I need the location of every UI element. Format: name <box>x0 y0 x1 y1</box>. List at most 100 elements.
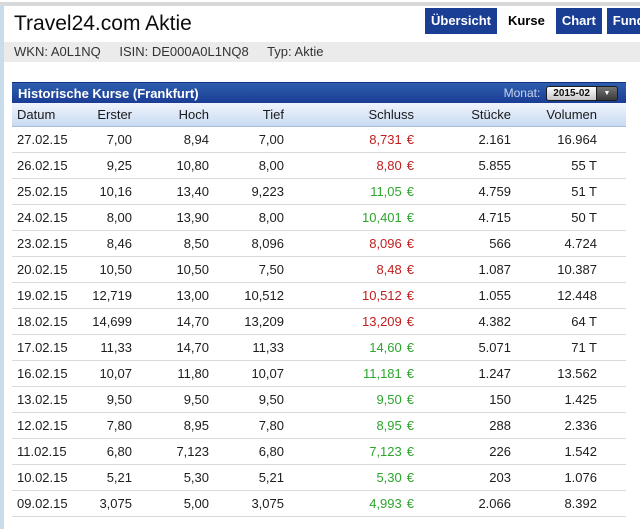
cell-schluss: 8,48€ <box>284 256 414 282</box>
cell-stuecke: 203 <box>414 464 511 490</box>
cell-tief: 8,00 <box>209 152 284 178</box>
cell-tief: 8,00 <box>209 204 284 230</box>
cell-stuecke: 2.066 <box>414 490 511 516</box>
cell-stuecke: 1.087 <box>414 256 511 282</box>
cell-stuecke: 4.759 <box>414 178 511 204</box>
cell-hoch: 8,95 <box>132 412 209 438</box>
cell-stuecke: 150 <box>414 386 511 412</box>
cell-erster: 10,16 <box>70 178 132 204</box>
cell-hoch: 9,50 <box>132 386 209 412</box>
cell-hoch: 5,00 <box>132 490 209 516</box>
cell-stuecke: 226 <box>414 438 511 464</box>
tab-fundamental[interactable]: Fundamental <box>607 8 640 34</box>
cell-datum: 19.02.15 <box>12 282 70 308</box>
chevron-down-icon[interactable]: ▼ <box>596 87 617 100</box>
table-row: 16.02.15 10,07 11,80 10,07 11,181€ 1.247… <box>12 360 626 386</box>
cell-stuecke: 5.071 <box>414 334 511 360</box>
cell-stuecke: 288 <box>414 412 511 438</box>
cell-tief: 7,50 <box>209 256 284 282</box>
cell-schluss: 8,80€ <box>284 152 414 178</box>
cell-hoch: 14,70 <box>132 308 209 334</box>
cell-stuecke: 566 <box>414 230 511 256</box>
table-row: 25.02.15 10,16 13,40 9,223 11,05€ 4.759 … <box>12 178 626 204</box>
cell-erster: 10,50 <box>70 256 132 282</box>
cell-hoch: 11,80 <box>132 360 209 386</box>
cell-erster: 8,46 <box>70 230 132 256</box>
cell-tief: 7,80 <box>209 412 284 438</box>
tab-chart[interactable]: Chart <box>556 8 602 34</box>
header: Travel24.com Aktie ÜbersichtKurseChartFu… <box>14 8 640 42</box>
cell-volumen: 1.542 <box>511 438 626 464</box>
wkn-value: WKN: A0L1NQ <box>14 44 101 59</box>
cell-hoch: 5,30 <box>132 464 209 490</box>
cell-datum: 09.02.15 <box>12 490 70 516</box>
cell-datum: 16.02.15 <box>12 360 70 386</box>
cell-schluss: 11,05€ <box>284 178 414 204</box>
col-header-tief: Tief <box>209 103 284 126</box>
cell-tief: 10,512 <box>209 282 284 308</box>
col-header-volumen: Volumen <box>511 103 626 126</box>
tab-uebersicht[interactable]: Übersicht <box>425 8 497 34</box>
cell-erster: 7,80 <box>70 412 132 438</box>
tab-kurse[interactable]: Kurse <box>502 8 551 39</box>
cell-datum: 10.02.15 <box>12 464 70 490</box>
cell-hoch: 10,80 <box>132 152 209 178</box>
cell-tief: 8,096 <box>209 230 284 256</box>
cell-volumen: 64 T <box>511 308 626 334</box>
table-row: 19.02.15 12,719 13,00 10,512 10,512€ 1.0… <box>12 282 626 308</box>
cell-schluss: 13,209€ <box>284 308 414 334</box>
header-row: Datum Erster Hoch Tief Schluss Stücke Vo… <box>12 103 626 126</box>
cell-hoch: 10,50 <box>132 256 209 282</box>
cell-erster: 9,50 <box>70 386 132 412</box>
cell-hoch: 7,123 <box>132 438 209 464</box>
table-row: 27.02.15 7,00 8,94 7,00 8,731€ 2.161 16.… <box>12 126 626 152</box>
isin-value: ISIN: DE000A0L1NQ8 <box>119 44 248 59</box>
cell-volumen: 71 T <box>511 334 626 360</box>
cell-stuecke: 4.382 <box>414 308 511 334</box>
cell-volumen: 13.562 <box>511 360 626 386</box>
cell-erster: 10,07 <box>70 360 132 386</box>
col-header-erster: Erster <box>70 103 132 126</box>
cell-datum: 26.02.15 <box>12 152 70 178</box>
cell-schluss: 7,123€ <box>284 438 414 464</box>
cell-datum: 23.02.15 <box>12 230 70 256</box>
cell-datum: 12.02.15 <box>12 412 70 438</box>
month-select[interactable]: 2015-02 ▼ <box>546 86 618 101</box>
cell-tief: 11,33 <box>209 334 284 360</box>
cell-schluss: 10,401€ <box>284 204 414 230</box>
left-accent-border <box>0 6 4 529</box>
cell-datum: 25.02.15 <box>12 178 70 204</box>
cell-erster: 7,00 <box>70 126 132 152</box>
cell-tief: 5,21 <box>209 464 284 490</box>
price-table-header: Datum Erster Hoch Tief Schluss Stücke Vo… <box>12 103 626 126</box>
month-label: Monat: <box>504 86 541 100</box>
table-row: 24.02.15 8,00 13,90 8,00 10,401€ 4.715 5… <box>12 204 626 230</box>
cell-volumen: 4.724 <box>511 230 626 256</box>
cell-tief: 10,07 <box>209 360 284 386</box>
cell-hoch: 13,00 <box>132 282 209 308</box>
page: Travel24.com Aktie ÜbersichtKurseChartFu… <box>0 0 640 529</box>
col-header-datum: Datum <box>12 103 70 126</box>
cell-volumen: 1.425 <box>511 386 626 412</box>
table-row: 11.02.15 6,80 7,123 6,80 7,123€ 226 1.54… <box>12 438 626 464</box>
cell-hoch: 13,40 <box>132 178 209 204</box>
historical-prices-panel: Historische Kurse (Frankfurt) Monat: 201… <box>12 82 626 517</box>
cell-volumen: 8.392 <box>511 490 626 516</box>
cell-tief: 13,209 <box>209 308 284 334</box>
cell-volumen: 51 T <box>511 178 626 204</box>
cell-datum: 13.02.15 <box>12 386 70 412</box>
cell-datum: 24.02.15 <box>12 204 70 230</box>
cell-schluss: 4,993€ <box>284 490 414 516</box>
cell-schluss: 10,512€ <box>284 282 414 308</box>
table-row: 23.02.15 8,46 8,50 8,096 8,096€ 566 4.72… <box>12 230 626 256</box>
cell-tief: 9,223 <box>209 178 284 204</box>
cell-stuecke: 5.855 <box>414 152 511 178</box>
page-title: Travel24.com Aktie <box>14 12 192 36</box>
col-header-schluss: Schluss <box>284 103 414 126</box>
table-row: 20.02.15 10,50 10,50 7,50 8,48€ 1.087 10… <box>12 256 626 282</box>
tab-bar: ÜbersichtKurseChartFundamental <box>425 8 640 39</box>
cell-hoch: 14,70 <box>132 334 209 360</box>
cell-hoch: 13,90 <box>132 204 209 230</box>
cell-schluss: 8,95€ <box>284 412 414 438</box>
cell-erster: 8,00 <box>70 204 132 230</box>
